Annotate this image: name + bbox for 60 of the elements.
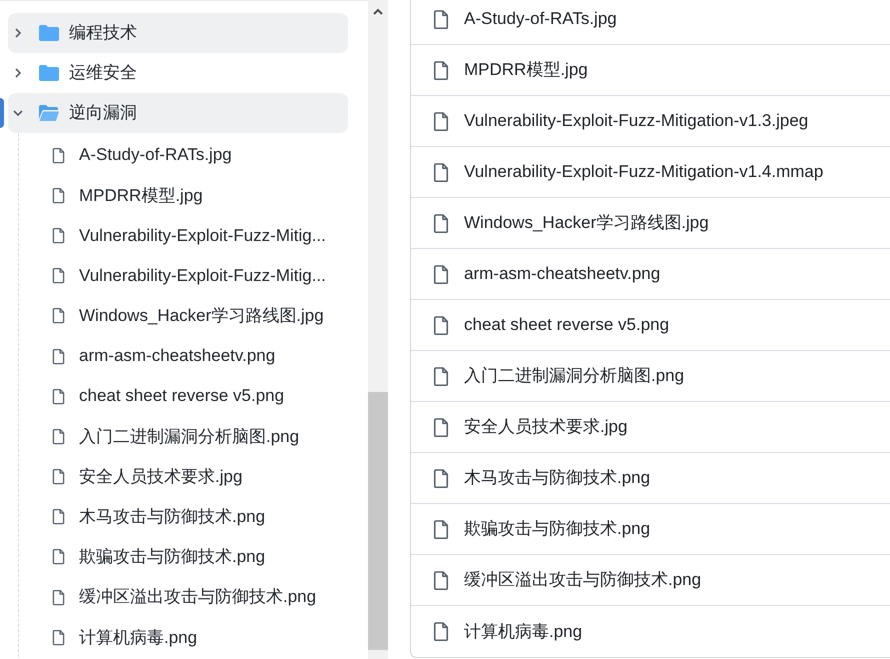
file-link[interactable]: A-Study-of-RATs.jpg [464, 6, 617, 32]
tree-folder-item[interactable]: 逆向漏洞 [8, 93, 348, 133]
tree-folder-item[interactable]: 编程技术 [8, 13, 348, 53]
file-icon [52, 226, 65, 244]
tree-file-item[interactable]: 欺骗攻击与防御技术.png [52, 544, 266, 570]
file-link[interactable]: MPDRR模型.jpg [464, 57, 588, 83]
tree-file-item[interactable]: Vulnerability-Exploit-Fuzz-Mitig... [52, 222, 326, 248]
folder-icon [39, 25, 59, 41]
file-icon [433, 10, 449, 28]
file-link[interactable]: Vulnerability-Exploit-Fuzz-Mitigation-v1.4.mmap [464, 159, 824, 185]
file-icon [52, 588, 65, 606]
file-icon [433, 162, 449, 182]
tree-file-item[interactable]: 计算机病毒.png [52, 624, 198, 650]
scrollbar[interactable] [368, 0, 388, 659]
tree-file-item[interactable]: 安全人员技术要求.jpg [52, 464, 242, 490]
tree-file-item[interactable]: 缓冲区溢出攻击与防御技术.png [52, 584, 316, 610]
file-link[interactable]: 安全人员技术要求.jpg [464, 414, 628, 440]
file-icon [52, 186, 65, 204]
file-icon [52, 146, 65, 164]
folder-icon [39, 105, 59, 121]
file-icon [433, 112, 449, 130]
file-icon [433, 316, 449, 334]
file-link[interactable]: arm-asm-cheatsheetv.png [464, 261, 660, 287]
tree-folder-item[interactable]: 运维安全 [8, 53, 348, 93]
tree-file-item[interactable]: A-Study-of-RATs.jpg [52, 142, 232, 168]
file-icon [52, 428, 65, 445]
file-link[interactable]: 缓冲区溢出攻击与防御技术.png [464, 567, 702, 593]
file-link[interactable]: 计算机病毒.png [464, 618, 582, 644]
tree-file-item[interactable]: arm-asm-cheatsheetv.png [52, 343, 276, 369]
tree-file-item[interactable]: cheat sheet reverse v5.png [52, 383, 284, 409]
tree-file-item[interactable]: MPDRR模型.jpg [52, 182, 203, 208]
tree-file-item[interactable]: Vulnerability-Exploit-Fuzz-Mitig... [52, 262, 326, 288]
file-link[interactable]: Windows_Hacker学习路线图.jpg [464, 210, 709, 236]
file-icon [433, 60, 449, 80]
file-icon [433, 520, 449, 538]
file-link[interactable]: 入门二进制漏洞分析脑图.png [464, 363, 684, 389]
file-icon [433, 570, 449, 590]
tree-file-item[interactable]: Windows_Hacker学习路线图.jpg [52, 303, 324, 329]
tree-file-item[interactable]: 入门二进制漏洞分析脑图.png [52, 424, 300, 450]
file-icon [52, 508, 65, 526]
file-icon [433, 214, 449, 232]
file-icon [52, 267, 65, 284]
file-icon [433, 366, 449, 386]
file-link[interactable]: 木马攻击与防御技术.png [464, 465, 650, 491]
file-icon [433, 418, 449, 436]
file-icon [52, 628, 65, 646]
folder-icon [39, 65, 59, 81]
file-icon [52, 468, 65, 486]
scrollbar-thumb[interactable] [368, 392, 388, 650]
file-icon [52, 388, 65, 405]
file-icon [52, 548, 65, 566]
file-link[interactable]: Vulnerability-Exploit-Fuzz-Mitigation-v1.3.jpeg [464, 108, 808, 134]
file-icon [52, 307, 65, 324]
file-icon [433, 264, 449, 284]
file-icon [433, 622, 449, 641]
file-icon [52, 348, 65, 365]
file-link[interactable]: cheat sheet reverse v5.png [464, 312, 670, 338]
file-link[interactable]: 欺骗攻击与防御技术.png [464, 516, 650, 542]
file-icon [433, 468, 449, 488]
tree-file-item[interactable]: 木马攻击与防御技术.png [52, 504, 266, 530]
